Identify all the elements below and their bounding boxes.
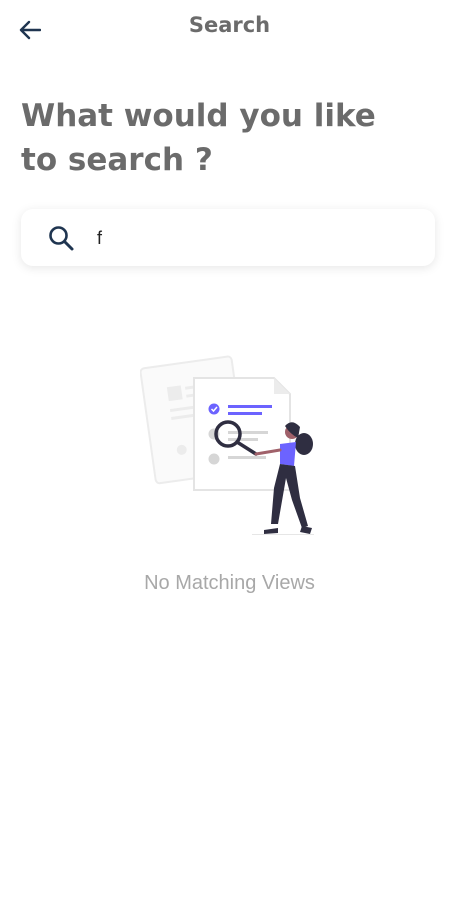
searching-documents-illustration [140,355,314,535]
app-header: Search [0,0,459,56]
search-input[interactable] [95,219,419,257]
search-bar[interactable] [21,209,435,266]
empty-state-message: No Matching Views [144,572,315,594]
page-title: Search [188,13,271,37]
search-prompt-heading: What would you like to search ? [21,98,376,178]
search-icon [49,226,74,251]
